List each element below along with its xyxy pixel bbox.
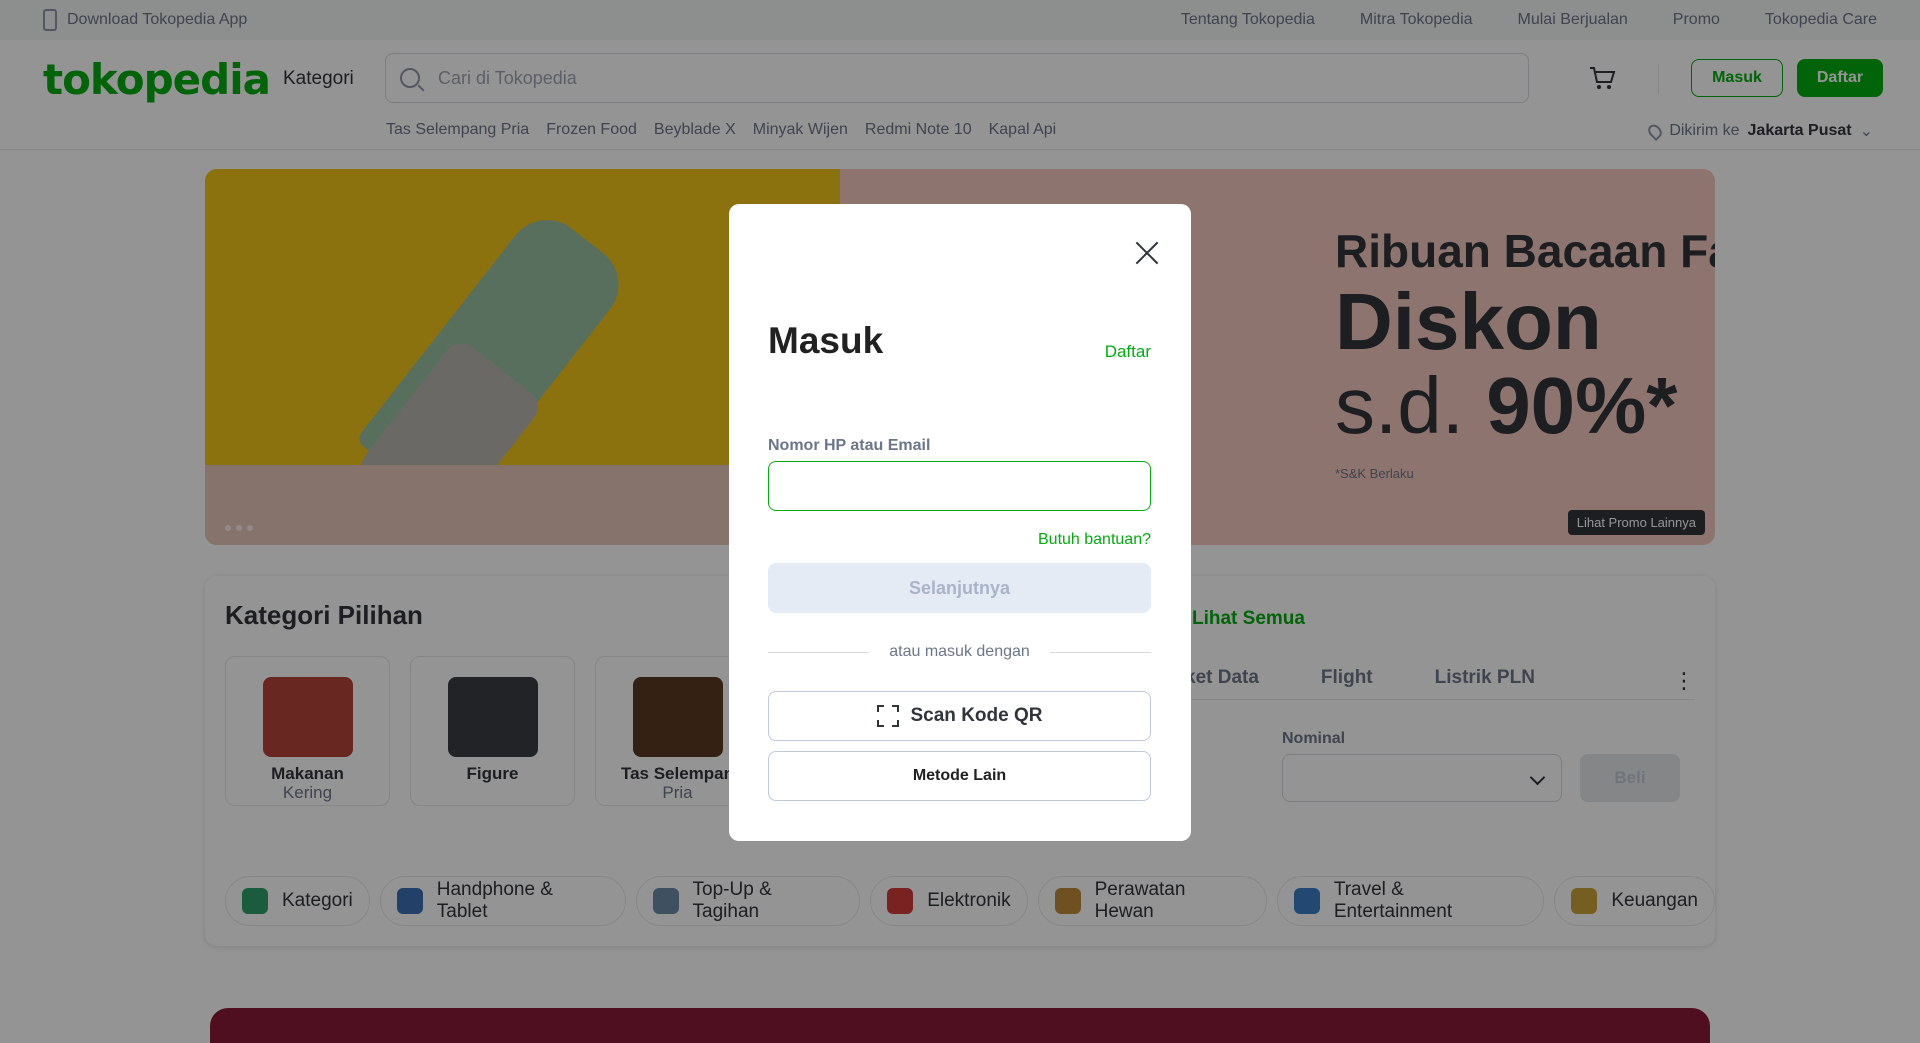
next-button[interactable]: Selanjutnya — [768, 563, 1151, 613]
help-link[interactable]: Butuh bantuan? — [1038, 531, 1151, 549]
phone-email-input[interactable] — [768, 461, 1151, 511]
divider-line — [768, 651, 870, 653]
other-method-button[interactable]: Metode Lain — [768, 751, 1151, 801]
scan-qr-button[interactable]: Scan Kode QR — [768, 691, 1151, 741]
or-divider: atau masuk dengan — [768, 643, 1152, 661]
login-modal: Masuk Daftar Nomor HP atau Email Butuh b… — [729, 204, 1191, 841]
or-text: atau masuk dengan — [889, 643, 1030, 660]
qr-code-icon — [876, 705, 899, 727]
modal-title: Masuk — [768, 320, 884, 361]
divider-line — [1049, 651, 1152, 653]
register-link[interactable]: Daftar — [1105, 342, 1151, 362]
close-icon[interactable] — [1132, 238, 1162, 268]
login-field-label: Nomor HP atau Email — [768, 437, 931, 454]
scan-qr-label: Scan Kode QR — [910, 705, 1043, 726]
